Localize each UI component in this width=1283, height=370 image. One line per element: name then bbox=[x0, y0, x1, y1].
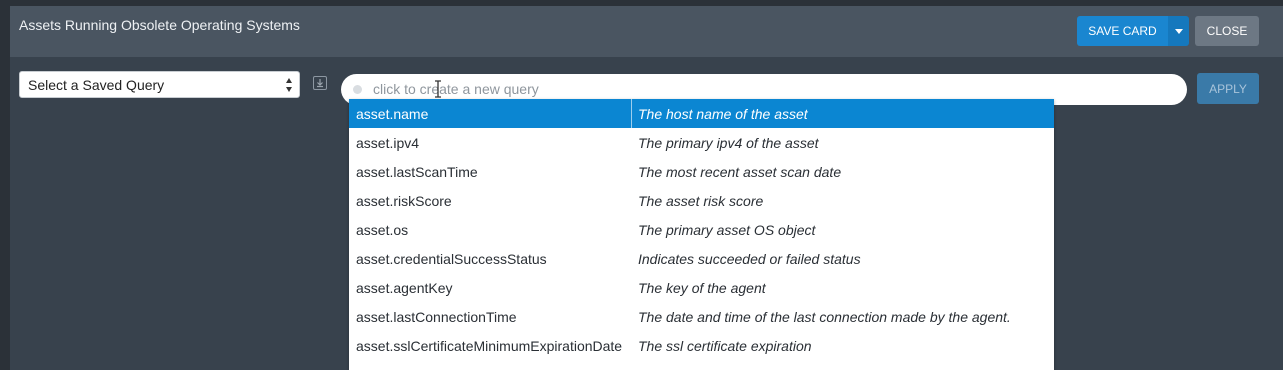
suggestion-item[interactable]: asset.lastScanTime The most recent asset… bbox=[349, 157, 1054, 186]
suggestion-key: asset.lastScanTime bbox=[356, 163, 478, 180]
close-button[interactable]: CLOSE bbox=[1195, 16, 1259, 46]
card-title: Assets Running Obsolete Operating System… bbox=[19, 17, 300, 33]
suggestion-item[interactable]: asset.sslCertificateMinimumExpirationDat… bbox=[349, 331, 1054, 360]
suggestion-key: asset.sslCertificateMinimumExpirationDat… bbox=[356, 337, 623, 354]
suggestion-desc: The ssl certificate expiration bbox=[638, 337, 812, 354]
suggestion-desc: The asset risk score bbox=[638, 192, 764, 209]
chevron-down-icon bbox=[1174, 28, 1183, 34]
suggestion-key: asset.riskScore bbox=[356, 192, 452, 209]
suggestion-item[interactable]: asset.os The primary asset OS object bbox=[349, 215, 1054, 244]
card-header: Assets Running Obsolete Operating System… bbox=[10, 6, 1283, 57]
suggestion-desc: The date and time of the last connection… bbox=[638, 308, 1011, 325]
saved-query-value: Select a Saved Query bbox=[28, 76, 165, 93]
suggestion-key: asset.name bbox=[356, 105, 429, 122]
suggestion-desc: The key of the agent bbox=[638, 279, 766, 296]
suggestion-desc: The primary asset OS object bbox=[638, 221, 816, 238]
suggestion-desc: Indicates succeeded or failed status bbox=[638, 250, 861, 267]
suggestion-item[interactable]: asset.riskScore The asset risk score bbox=[349, 186, 1054, 215]
download-icon[interactable] bbox=[313, 76, 327, 90]
suggestion-key: asset.lastConnectionTime bbox=[356, 308, 517, 325]
query-placeholder: click to create a new query bbox=[373, 81, 539, 97]
suggestion-item[interactable]: asset.name The host name of the asset bbox=[349, 99, 1054, 128]
suggestion-item[interactable]: asset.ipv4 The primary ipv4 of the asset bbox=[349, 128, 1054, 157]
suggestion-desc: The host name of the asset bbox=[638, 105, 808, 122]
suggestion-desc: The most recent asset scan date bbox=[638, 163, 842, 180]
suggestion-item[interactable]: asset.credentialSuccessStatus Indicates … bbox=[349, 244, 1054, 273]
select-arrows-icon bbox=[286, 77, 294, 93]
save-card-button[interactable]: SAVE CARD bbox=[1077, 16, 1168, 46]
saved-query-select[interactable]: Select a Saved Query bbox=[19, 71, 300, 98]
suggestion-key: asset.os bbox=[356, 221, 409, 238]
apply-button[interactable]: APPLY bbox=[1197, 73, 1259, 104]
suggestion-dropdown: asset.name The host name of the asset as… bbox=[349, 99, 1054, 370]
suggestion-key: asset.agentKey bbox=[356, 279, 453, 296]
suggestion-desc: The primary ipv4 of the asset bbox=[638, 134, 819, 151]
save-options-button[interactable] bbox=[1168, 16, 1189, 46]
text-cursor-icon bbox=[435, 80, 441, 98]
status-dot-icon bbox=[353, 85, 362, 94]
suggestion-item[interactable]: asset.lastConnectionTime The date and ti… bbox=[349, 302, 1054, 331]
suggestion-key: asset.ipv4 bbox=[356, 134, 420, 151]
suggestion-item[interactable]: asset.agentKey The key of the agent bbox=[349, 273, 1054, 302]
suggestion-key: asset.credentialSuccessStatus bbox=[356, 250, 547, 267]
